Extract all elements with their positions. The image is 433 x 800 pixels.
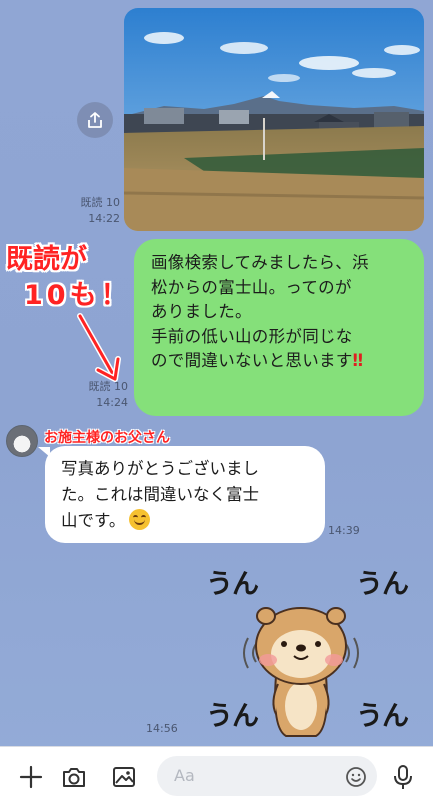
plus-button[interactable] (16, 762, 46, 792)
message-input-placeholder: Aa (174, 766, 195, 785)
share-icon (88, 112, 102, 128)
otter-sticker[interactable] (236, 598, 366, 738)
double-exclamation-icon: ‼ (352, 351, 363, 370)
message-line: ありました。 (151, 302, 252, 321)
read-count-annotation: 既読が 10も！ (6, 242, 132, 314)
sender-avatar[interactable] (6, 425, 38, 457)
photo-time: 14:22 (88, 212, 120, 225)
image-button[interactable] (108, 762, 140, 792)
message-line: 松からの富士山。ってのが (151, 277, 352, 297)
annotation-arrow-icon (77, 313, 121, 382)
smiling-face-icon (129, 509, 151, 530)
sticker-word: うん (356, 569, 409, 600)
message-line: 手前の低い山の形が同じな (151, 326, 353, 346)
shared-photo[interactable] (124, 8, 424, 231)
message-line: 画像検索してみましたら、浜 (151, 253, 369, 272)
message-line: た。これは間違いなく富士 (61, 485, 259, 504)
camera-button[interactable] (58, 762, 90, 792)
message-line-last: ので間違いないと思います‼ (151, 349, 410, 374)
message-line: 山です。 (61, 511, 126, 530)
message-line-tail: す (335, 351, 353, 370)
photo-read-receipt: 既読 10 (80, 196, 121, 209)
image-icon (113, 767, 135, 787)
text-time: 14:24 (96, 396, 128, 409)
microphone-icon (394, 765, 412, 789)
text-read-receipt: 既読 10 (88, 380, 129, 393)
landscape-photo (124, 8, 424, 231)
microphone-button[interactable] (389, 762, 417, 792)
annotation-line-2: 10も！ (24, 280, 132, 311)
sticker-word: うん (206, 569, 259, 600)
message-line-last: 山です。 (61, 508, 311, 534)
sticker-time: 14:56 (146, 722, 178, 735)
emoji-button[interactable] (343, 764, 369, 790)
emoji-icon (346, 767, 366, 787)
share-button[interactable] (77, 102, 113, 138)
plus-icon (19, 765, 43, 789)
message-line: ので間違いないと思いま (151, 351, 336, 370)
camera-icon (63, 768, 85, 787)
message-line: 写真ありがとうございまし (61, 459, 259, 478)
outgoing-message-bubble[interactable]: 画像検索してみましたら、浜 松からの富士山。ってのが ありました。 手前の低い山… (134, 239, 424, 416)
sender-name: お施主様のお父さん (44, 430, 170, 446)
annotation-line-1: 既読が (6, 244, 87, 275)
incoming-time: 14:39 (328, 524, 360, 537)
incoming-message-bubble[interactable]: 写真ありがとうございまし た。これは間違いなく富士 山です。 (45, 446, 325, 543)
